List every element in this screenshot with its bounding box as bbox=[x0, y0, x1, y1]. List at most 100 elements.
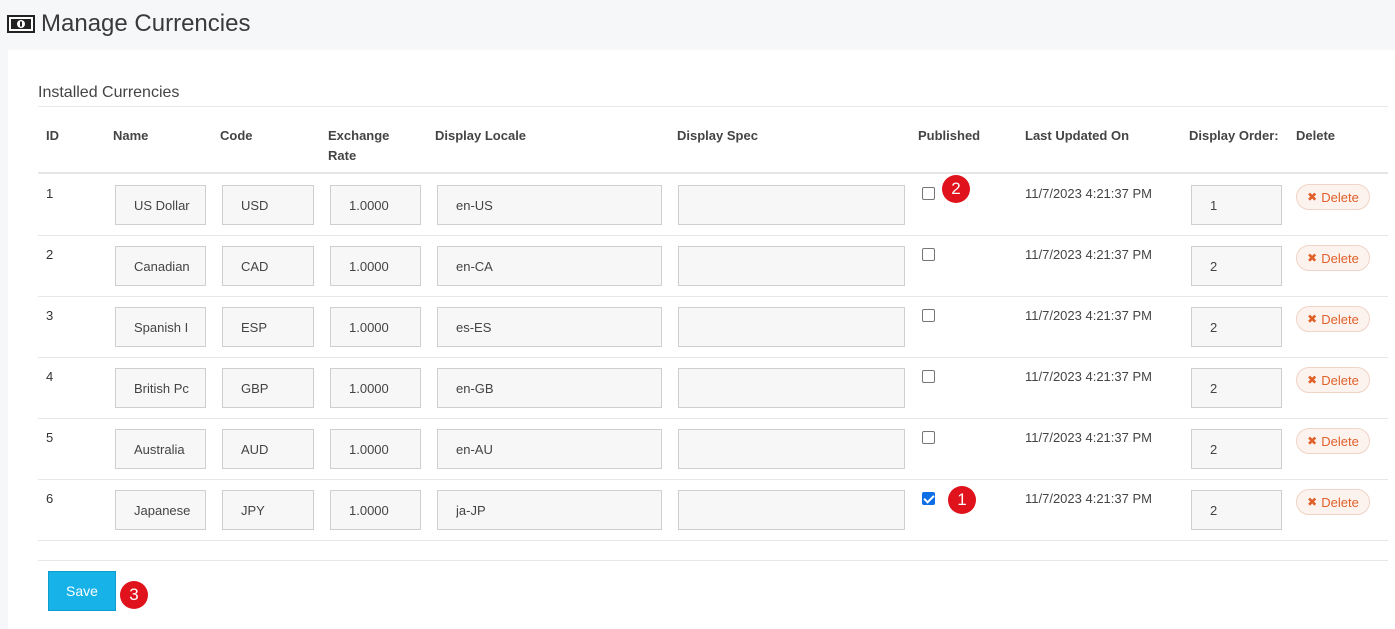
published-checkbox[interactable] bbox=[922, 431, 935, 444]
exchange-rate-input[interactable] bbox=[330, 368, 421, 408]
save-button[interactable]: Save bbox=[48, 571, 116, 611]
column-header-exchange-rate: Exchange Rate bbox=[328, 126, 389, 166]
exchange-rate-input[interactable] bbox=[330, 185, 421, 225]
published-checkbox[interactable] bbox=[922, 248, 935, 261]
exchange-rate-input[interactable] bbox=[330, 490, 421, 530]
display-spec-input[interactable] bbox=[678, 307, 905, 347]
published-checkbox[interactable] bbox=[922, 370, 935, 383]
display-spec-input[interactable] bbox=[678, 490, 905, 530]
row-id: 6 bbox=[46, 491, 54, 506]
display-order-input[interactable] bbox=[1191, 185, 1282, 225]
code-input[interactable] bbox=[222, 307, 314, 347]
name-input[interactable] bbox=[115, 490, 206, 530]
display-order-input[interactable] bbox=[1191, 490, 1282, 530]
display-order-input[interactable] bbox=[1191, 246, 1282, 286]
column-header-display-spec: Display Spec bbox=[677, 128, 758, 143]
exchange-rate-input[interactable] bbox=[330, 246, 421, 286]
delete-button-label: Delete bbox=[1321, 372, 1359, 388]
column-header-exchange-rate-line2: Rate bbox=[328, 148, 357, 163]
display-locale-input[interactable] bbox=[437, 368, 662, 408]
name-input[interactable] bbox=[115, 429, 206, 469]
column-header-exchange-rate-line1: Exchange bbox=[328, 128, 390, 143]
exchange-rate-input[interactable] bbox=[330, 307, 421, 347]
row-id: 2 bbox=[46, 247, 54, 262]
last-updated-text: 11/7/2023 4:21:37 PM bbox=[1025, 369, 1152, 384]
table-row: 3 11/7/2023 4:21:37 PM ✖Delete bbox=[38, 296, 1388, 358]
close-icon: ✖ bbox=[1307, 495, 1318, 509]
close-icon: ✖ bbox=[1307, 251, 1318, 265]
column-header-code: Code bbox=[220, 128, 253, 143]
name-input[interactable] bbox=[115, 307, 206, 347]
column-header-last-updated: Last Updated On bbox=[1025, 128, 1130, 143]
column-header-delete: Delete bbox=[1296, 128, 1336, 143]
display-order-input[interactable] bbox=[1191, 368, 1282, 408]
code-input[interactable] bbox=[222, 429, 314, 469]
table-row: 4 11/7/2023 4:21:37 PM ✖Delete bbox=[38, 357, 1388, 419]
published-checkbox[interactable] bbox=[922, 492, 935, 505]
code-input[interactable] bbox=[222, 246, 314, 286]
currencies-panel: Installed Currencies ID Name Code Exchan… bbox=[8, 50, 1395, 629]
display-order-input[interactable] bbox=[1191, 307, 1282, 347]
code-input[interactable] bbox=[222, 490, 314, 530]
close-icon: ✖ bbox=[1307, 373, 1318, 387]
display-spec-input[interactable] bbox=[678, 429, 905, 469]
display-spec-input[interactable] bbox=[678, 185, 905, 225]
annotation-badge-3: 3 bbox=[120, 581, 148, 609]
display-locale-input[interactable] bbox=[437, 307, 662, 347]
published-checkbox[interactable] bbox=[922, 309, 935, 322]
delete-button[interactable]: ✖ Delete bbox=[1296, 489, 1370, 515]
section-title: Installed Currencies bbox=[38, 84, 180, 101]
last-updated-text: 11/7/2023 4:21:37 PM bbox=[1025, 186, 1152, 201]
column-header-display-order: Display Order: bbox=[1189, 128, 1279, 143]
delete-button-label: Delete bbox=[1321, 433, 1359, 449]
divider bbox=[38, 560, 1388, 561]
name-input[interactable] bbox=[115, 185, 206, 225]
delete-button[interactable]: ✖ Delete bbox=[1296, 245, 1370, 271]
delete-button-label: Delete bbox=[1321, 250, 1359, 266]
table-row: 5 11/7/2023 4:21:37 PM ✖Delete bbox=[38, 418, 1388, 480]
name-input[interactable] bbox=[115, 368, 206, 408]
published-checkbox[interactable] bbox=[922, 187, 935, 200]
display-locale-input[interactable] bbox=[437, 429, 662, 469]
name-input[interactable] bbox=[115, 246, 206, 286]
table-row: 1 11/7/2023 4:21:37 PM ✖Delete bbox=[38, 174, 1388, 236]
money-bill-icon bbox=[7, 15, 35, 33]
last-updated-text: 11/7/2023 4:21:37 PM bbox=[1025, 247, 1152, 262]
page-title: Manage Currencies bbox=[41, 10, 251, 37]
delete-button[interactable]: ✖ Delete bbox=[1296, 306, 1370, 332]
column-header-id: ID bbox=[46, 128, 59, 143]
display-locale-input[interactable] bbox=[437, 246, 662, 286]
divider bbox=[38, 106, 1388, 107]
row-id: 3 bbox=[46, 308, 54, 323]
table-row: 6 11/7/2023 4:21:37 PM ✖Delete bbox=[38, 479, 1388, 541]
row-id: 4 bbox=[46, 369, 54, 384]
column-header-published: Published bbox=[918, 128, 981, 143]
column-header-name: Name bbox=[113, 128, 149, 143]
page-header: Manage Currencies bbox=[0, 0, 1395, 50]
annotation-badge-1: 1 bbox=[948, 486, 976, 514]
row-id: 5 bbox=[46, 430, 54, 445]
exchange-rate-input[interactable] bbox=[330, 429, 421, 469]
delete-button-label: Delete bbox=[1321, 311, 1359, 327]
display-order-input[interactable] bbox=[1191, 429, 1282, 469]
table-row: 2 11/7/2023 4:21:37 PM ✖Delete bbox=[38, 235, 1388, 297]
delete-button[interactable]: ✖ Delete bbox=[1296, 184, 1370, 210]
display-spec-input[interactable] bbox=[678, 246, 905, 286]
delete-button[interactable]: ✖ Delete bbox=[1296, 428, 1370, 454]
delete-button-label: Delete bbox=[1321, 189, 1359, 205]
last-updated-text: 11/7/2023 4:21:37 PM bbox=[1025, 491, 1152, 506]
last-updated-text: 11/7/2023 4:21:37 PM bbox=[1025, 430, 1152, 445]
close-icon: ✖ bbox=[1307, 434, 1318, 448]
code-input[interactable] bbox=[222, 368, 314, 408]
display-spec-input[interactable] bbox=[678, 368, 905, 408]
display-locale-input[interactable] bbox=[437, 490, 662, 530]
delete-button[interactable]: ✖ Delete bbox=[1296, 367, 1370, 393]
column-header-display-locale: Display Locale bbox=[435, 128, 527, 143]
close-icon: ✖ bbox=[1307, 190, 1318, 204]
display-locale-input[interactable] bbox=[437, 185, 662, 225]
delete-button-label: Delete bbox=[1321, 494, 1359, 510]
row-id: 1 bbox=[46, 186, 54, 201]
annotation-badge-2: 2 bbox=[942, 175, 970, 203]
close-icon: ✖ bbox=[1307, 312, 1318, 326]
code-input[interactable] bbox=[222, 185, 314, 225]
